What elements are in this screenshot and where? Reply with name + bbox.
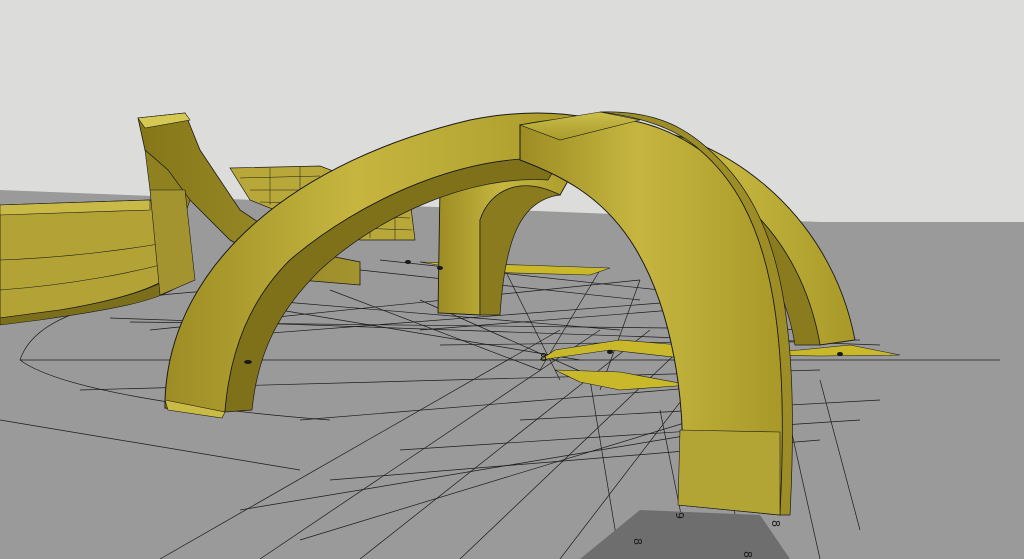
marker-label: 8 — [769, 520, 782, 527]
marker-label: 8 — [741, 551, 754, 558]
marker-label: 8 — [631, 538, 644, 545]
marker-label: 8 — [540, 351, 547, 364]
marker-label: 9 — [673, 512, 686, 519]
3d-model-viewport[interactable]: 8 9 8 8 8 — [0, 0, 1024, 559]
